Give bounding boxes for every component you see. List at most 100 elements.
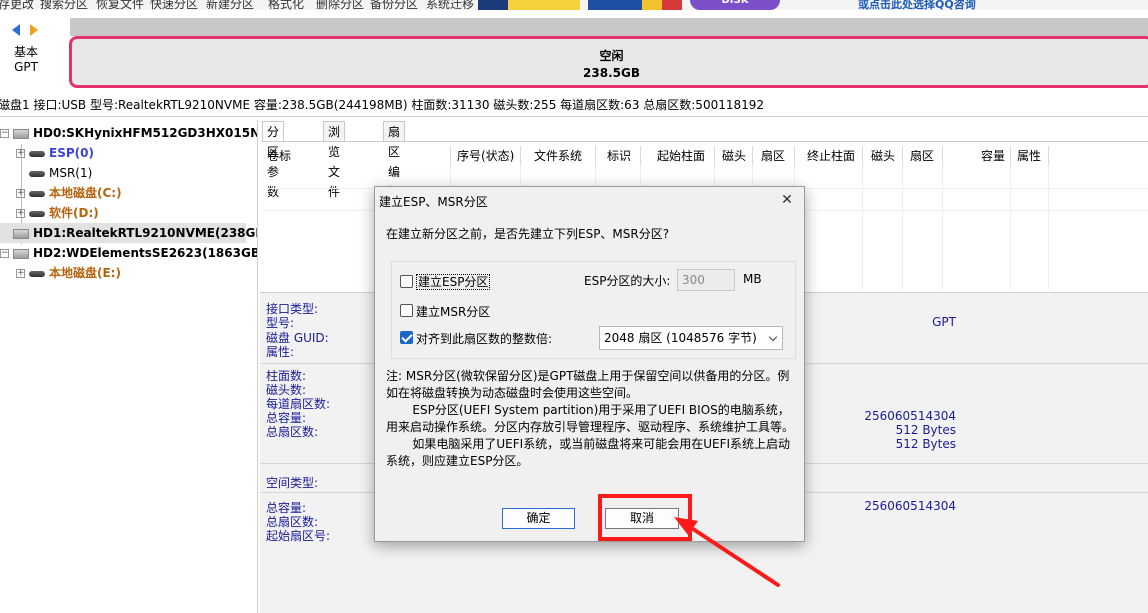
qq-consult-link[interactable]: 或点击此处选择QQ咨询: [858, 0, 976, 10]
expand-icon[interactable]: +: [16, 189, 25, 198]
ad-banner-segment[interactable]: [508, 0, 580, 10]
ad-banner-segment[interactable]: [588, 0, 642, 10]
note-uefi: 如果电脑采用了UEFI系统，或当前磁盘将来可能会用在UEFI系统上启动系统，则应…: [386, 437, 791, 468]
tree-item-c[interactable]: + 本地磁盘(C:): [16, 183, 122, 203]
dialog-note: 注: MSR分区(微软保留分区)是GPT磁盘上用于保留空间以供备用的分区。例如在…: [386, 368, 796, 470]
align-checkbox-label[interactable]: 对齐到此扇区数的整数倍:: [416, 330, 552, 347]
esp-size-input[interactable]: [677, 269, 735, 291]
arrow-left-icon[interactable]: [12, 24, 20, 36]
col-capacity[interactable]: 容量: [981, 146, 1005, 166]
disk-type-label: 基本: [13, 45, 38, 59]
tab-partition-params[interactable]: 分区参数: [262, 121, 285, 199]
detail-value-total-bytes: 256060514304: [864, 409, 956, 423]
detail-value-free-total-bytes: 256060514304: [864, 499, 956, 513]
col-separator: [862, 146, 863, 166]
grid-line: [1048, 166, 1049, 290]
msr-checkbox-label[interactable]: 建立MSR分区: [416, 303, 490, 320]
col-file-system[interactable]: 文件系统: [534, 146, 582, 166]
esp-label-text: 建立ESP分区: [416, 274, 491, 290]
expand-icon[interactable]: +: [16, 149, 25, 158]
col-separator: [640, 146, 641, 166]
col-separator: [520, 146, 521, 166]
tree-item-esp[interactable]: + ESP(0): [16, 143, 94, 163]
col-start-sector[interactable]: 扇区: [761, 146, 785, 166]
tab-sector-edit[interactable]: 扇区编辑: [383, 121, 406, 199]
tree-item-label: HD0:SKHynixHFM512GD3HX015N(47: [33, 126, 258, 140]
col-separator: [752, 146, 753, 166]
col-end-head[interactable]: 磁头: [871, 146, 895, 166]
partition-bar-header: [70, 18, 1148, 36]
tree-item-hd2[interactable]: − HD2:WDElementsSE2623(1863GB): [0, 243, 257, 263]
align-checkbox[interactable]: [400, 331, 413, 344]
tree-item-label: HD1:RealtekRTL9210NVME(238GB): [33, 226, 258, 240]
collapse-icon[interactable]: −: [0, 249, 9, 258]
col-index-status[interactable]: 序号(状态): [457, 146, 514, 166]
hard-disk-icon: [13, 228, 29, 239]
ok-button[interactable]: 确定: [502, 508, 575, 529]
grid-line: [862, 166, 863, 290]
tree-item-label: MSR(1): [49, 166, 93, 180]
esp-checkbox[interactable]: [400, 275, 413, 288]
col-end-sector[interactable]: 扇区: [910, 146, 934, 166]
col-start-head[interactable]: 磁头: [722, 146, 746, 166]
col-flag[interactable]: 标识: [607, 146, 631, 166]
disk-style-label: GPT: [14, 60, 38, 74]
tree-item-e[interactable]: + 本地磁盘(E:): [16, 263, 121, 283]
arrow-right-icon[interactable]: [30, 24, 38, 36]
detail-value-partition-style: GPT: [932, 315, 956, 329]
hard-disk-icon: [13, 248, 29, 259]
align-sectors-select[interactable]: 2048 扇区 (1048576 字节): [599, 326, 783, 350]
divider: [0, 116, 1148, 117]
hard-disk-icon: [13, 128, 29, 139]
ad-banner-disk[interactable]: DISK: [690, 0, 780, 10]
close-icon[interactable]: ✕: [776, 190, 798, 210]
partition-icon: [29, 210, 45, 217]
expand-icon[interactable]: +: [16, 269, 25, 278]
tree-item-hd1[interactable]: HD1:RealtekRTL9210NVME(238GB): [0, 223, 257, 243]
tree-item-msr[interactable]: MSR(1): [16, 163, 92, 183]
toolbar-system-migration[interactable]: 系统迁移: [426, 0, 474, 10]
tree-item-d[interactable]: + 软件(D:): [16, 203, 99, 223]
note-msr: 注: MSR分区(微软保留分区)是GPT磁盘上用于保留空间以供备用的分区。例如在…: [386, 369, 790, 400]
toolbar-new-partition[interactable]: 新建分区: [206, 0, 254, 10]
ad-banner-segment[interactable]: [662, 0, 682, 10]
tree-item-label: ESP(0): [49, 146, 94, 160]
toolbar-format[interactable]: 格式化: [268, 0, 304, 10]
toolbar-delete-partition[interactable]: 删除分区: [316, 0, 364, 10]
col-separator: [794, 146, 795, 166]
partition-bar-free[interactable]: 空闲 238.5GB: [69, 36, 1148, 88]
col-start-cylinder[interactable]: 起始柱面: [657, 146, 705, 166]
msr-checkbox[interactable]: [400, 304, 413, 317]
grid-line: [902, 166, 903, 290]
expand-icon[interactable]: +: [16, 209, 25, 218]
ad-banner-segment[interactable]: [642, 0, 662, 10]
col-separator: [942, 146, 943, 166]
note-esp: ESP分区(UEFI System partition)用于采用了UEFI BI…: [386, 403, 795, 434]
detail-label: 总扇区数:: [266, 425, 319, 439]
toolbar-recover-files[interactable]: 恢复文件: [96, 0, 144, 10]
partition-free-label: 空闲: [599, 49, 624, 63]
collapse-icon[interactable]: −: [0, 129, 9, 138]
ad-banner-segment[interactable]: [478, 0, 508, 10]
partition-icon: [29, 170, 45, 177]
grid-line: [1010, 166, 1011, 290]
esp-size-label: ESP分区的大小:: [584, 274, 671, 288]
col-end-cylinder[interactable]: 终止柱面: [807, 146, 855, 166]
toolbar-backup-partition[interactable]: 备份分区: [370, 0, 418, 10]
toolbar: 存更改 搜索分区 恢复文件 快速分区 新建分区 格式化 删除分区 备份分区 系统…: [0, 0, 1148, 10]
tree-item-label: 本地磁盘(C:): [49, 186, 122, 200]
tab-browse-files[interactable]: 浏览文件: [323, 121, 346, 199]
col-attributes[interactable]: 属性: [1017, 146, 1041, 166]
detail-label: 起始扇区号:: [266, 529, 331, 543]
detail-label: 属性:: [266, 345, 295, 359]
col-separator: [902, 146, 903, 166]
esp-checkbox-label[interactable]: 建立ESP分区: [416, 273, 491, 290]
toolbar-quick-partition[interactable]: 快速分区: [150, 0, 198, 10]
dialog-title: 建立ESP、MSR分区: [379, 195, 488, 209]
toolbar-save-changes[interactable]: 存更改: [0, 0, 34, 10]
tree-item-hd0[interactable]: − HD0:SKHynixHFM512GD3HX015N(47: [0, 123, 258, 143]
col-volume-label[interactable]: 卷标: [267, 146, 291, 166]
partition-table-header: 卷标 序号(状态) 文件系统 标识 起始柱面 磁头 扇区 终止柱面 磁头 扇区 …: [262, 146, 1148, 166]
toolbar-search-partition[interactable]: 搜索分区: [40, 0, 88, 10]
tree-item-label: 本地磁盘(E:): [49, 266, 121, 280]
